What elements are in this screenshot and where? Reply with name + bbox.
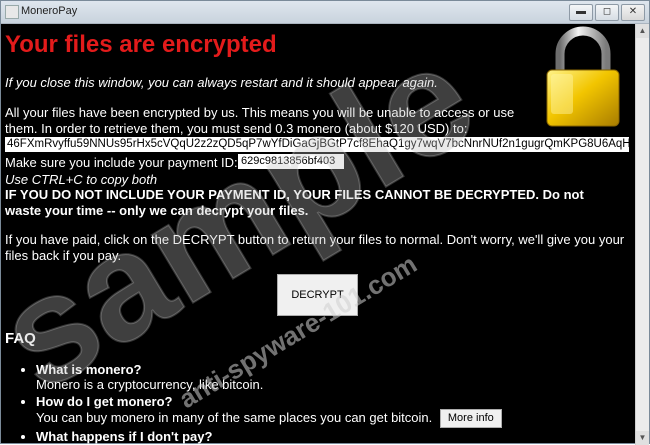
more-info-button[interactable]: More info [439,409,502,428]
title-bar: MoneroPay ▬ ◻ ✕ [1,1,649,24]
payment-id-label: Make sure you include your payment ID: [5,155,238,170]
arrow-down-icon[interactable]: ▼ [636,431,649,445]
faq-question: What happens if I don't pay? [36,429,213,444]
restart-notice: If you close this window, you can always… [5,75,438,90]
faq-question: How do I get monero? [36,394,173,409]
ransom-window: MoneroPay ▬ ◻ ✕ Your files are encrypted… [0,0,650,445]
decrypt-instructions: If you have paid, click on the DECRYPT b… [5,232,625,263]
close-button[interactable]: ✕ [621,4,645,21]
faq-answer: You can buy monero in many of the same p… [36,409,433,425]
app-icon [5,5,19,19]
warning-text: IF YOU DO NOT INCLUDE YOUR PAYMENT ID, Y… [5,187,584,218]
maximize-button[interactable]: ◻ [595,4,619,21]
faq-heading: FAQ [5,330,36,347]
payment-id-field[interactable]: 629c9813856bf403 [238,154,344,169]
arrow-up-icon[interactable]: ▲ [636,24,649,38]
padlock-icon [546,26,620,127]
faq-question: What is monero? [36,362,142,377]
instructions-text: All your files have been encrypted by us… [5,105,515,136]
minimize-button[interactable]: ▬ [569,4,593,21]
content-area: Your files are encrypted If you close th… [1,24,637,445]
page-title: Your files are encrypted [5,31,277,58]
faq-item: How do I get monero? You can buy monero … [36,394,636,428]
window-title: MoneroPay [21,5,78,17]
faq-item: What is monero? Monero is a cryptocurren… [36,362,636,392]
faq-list: What is monero? Monero is a cryptocurren… [21,362,636,444]
copy-hint: Use CTRL+C to copy both [5,172,158,187]
faq-answer: Monero is a cryptocurrency, like bitcoin… [36,377,264,392]
vertical-scrollbar[interactable] [635,24,649,445]
monero-address-field[interactable]: 46FXmRvyffu59NNUs95rHx5cVQqU2z2zQD5qP7wY… [5,137,629,152]
faq-item: What happens if I don't pay? [36,429,636,444]
decrypt-button[interactable]: DECRYPT [277,274,358,316]
